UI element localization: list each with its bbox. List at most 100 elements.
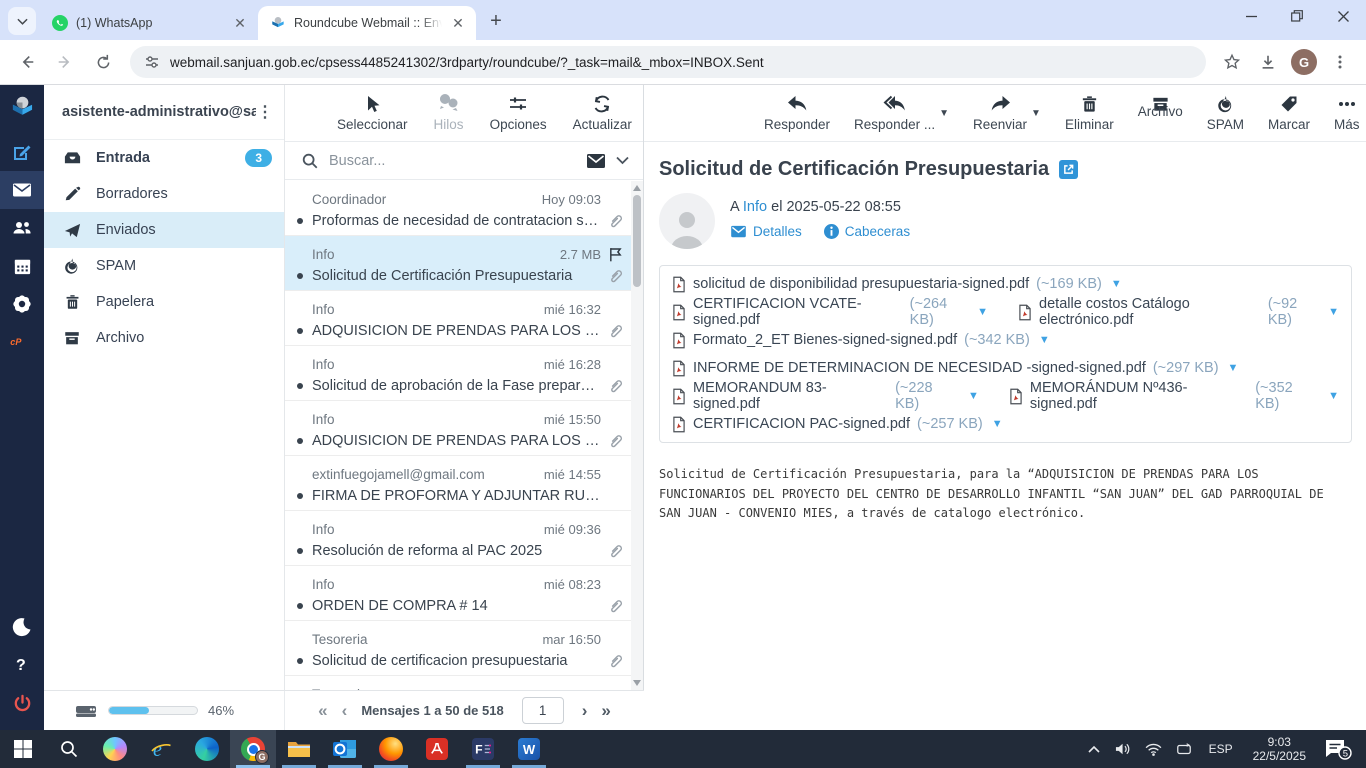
attachment-item[interactable]: MEMORÁNDUM Nº436-signed.pdf (~352 KB) ▼ — [1009, 380, 1339, 412]
attachment-item[interactable]: INFORME DE DETERMINACION DE NECESIDAD -s… — [672, 360, 1238, 377]
bookmark-star-icon[interactable] — [1216, 46, 1248, 78]
tab-search-button[interactable] — [8, 7, 36, 35]
recipient-link[interactable]: Info — [743, 199, 767, 215]
downloads-icon[interactable] — [1252, 46, 1284, 78]
address-bar[interactable]: webmail.sanjuan.gob.ec/cpsess4485241302/… — [130, 46, 1206, 78]
first-page-button[interactable]: « — [318, 702, 327, 719]
profile-avatar[interactable]: G — [1288, 46, 1320, 78]
search-options-chevron-icon[interactable] — [616, 156, 629, 165]
previous-page-button[interactable]: ‹ — [342, 702, 348, 719]
help-icon[interactable]: ? — [0, 646, 44, 684]
attachment-name[interactable]: CERTIFICACION VCATE-signed.pdf — [693, 296, 903, 328]
tab-close-icon[interactable]: ✕ — [232, 15, 248, 31]
flag-icon[interactable] — [601, 246, 629, 263]
attachment-item[interactable]: detalle costos Catálogo electrónico.pdf … — [1018, 296, 1339, 328]
search-bar[interactable] — [285, 142, 643, 180]
reply-all-button[interactable]: Responder ... — [854, 94, 935, 132]
folder-drafts[interactable]: Borradores — [44, 176, 284, 212]
start-button[interactable] — [0, 730, 46, 768]
chrome-icon[interactable]: G — [230, 730, 276, 768]
scroll-up-icon[interactable] — [633, 185, 641, 191]
attachment-menu-caret-icon[interactable]: ▼ — [1226, 362, 1239, 374]
site-info-icon[interactable] — [144, 54, 160, 70]
new-tab-button[interactable]: + — [482, 7, 510, 35]
message-row[interactable]: Infomié 16:32 ADQUISICION DE PRENDAS PAR… — [285, 291, 631, 346]
taskbar-clock[interactable]: 9:03 22/5/2025 — [1245, 735, 1314, 763]
app-f-icon[interactable]: F — [460, 730, 506, 768]
window-restore-button[interactable] — [1274, 0, 1320, 32]
scrollbar-thumb[interactable] — [633, 195, 641, 287]
refresh-button[interactable]: Actualizar — [573, 94, 632, 132]
folder-trash[interactable]: Papelera — [44, 284, 284, 320]
settings-nav-button[interactable] — [0, 285, 44, 323]
attachment-name[interactable]: solicitud de disponibilidad presupuestar… — [693, 276, 1029, 292]
cpanel-icon[interactable]: cP — [0, 323, 44, 361]
volume-icon[interactable] — [1111, 742, 1137, 756]
attachment-menu-caret-icon[interactable]: ▼ — [1037, 334, 1050, 346]
attachment-menu-caret-icon[interactable]: ▼ — [1326, 390, 1339, 402]
message-row[interactable]: Infomié 15:50 ADQUISICION DE PRENDAS PAR… — [285, 401, 631, 456]
attachment-item[interactable]: Formato_2_ET Bienes-signed-signed.pdf (~… — [672, 332, 1050, 349]
last-page-button[interactable]: » — [601, 702, 610, 719]
mail-nav-button[interactable] — [0, 171, 44, 209]
tab-close-icon[interactable]: ✕ — [450, 15, 466, 31]
tab-roundcube[interactable]: Roundcube Webmail :: Enviados ✕ — [258, 6, 476, 40]
headers-link[interactable]: Cabeceras — [824, 224, 910, 239]
contacts-nav-button[interactable] — [0, 209, 44, 247]
attachment-item[interactable]: solicitud de disponibilidad presupuestar… — [672, 276, 1122, 293]
message-row[interactable]: extinfuegojamell@gmail.commié 14:55 FIRM… — [285, 456, 631, 511]
logout-power-icon[interactable] — [0, 684, 44, 722]
taskbar-search-icon[interactable] — [46, 730, 92, 768]
attachment-name[interactable]: MEMORANDUM 83-signed.pdf — [693, 380, 888, 412]
account-row[interactable]: asistente-administrativo@sa... ⋮ — [44, 85, 284, 140]
search-input[interactable] — [329, 153, 576, 169]
attachment-item[interactable]: CERTIFICACION PAC-signed.pdf (~257 KB) ▼ — [672, 416, 1003, 433]
delete-button[interactable]: Eliminar — [1065, 94, 1114, 132]
message-row[interactable]: Tesoreriamar 16:50 Solicitud de certific… — [285, 621, 631, 676]
options-button[interactable]: Opciones — [490, 94, 547, 132]
more-button[interactable]: Más — [1334, 94, 1360, 132]
window-minimize-button[interactable] — [1228, 0, 1274, 32]
tray-chevron-icon[interactable] — [1081, 745, 1107, 753]
list-scrollbar[interactable] — [631, 181, 643, 690]
details-link[interactable]: Detalles — [730, 224, 802, 239]
attachment-menu-caret-icon[interactable]: ▼ — [1109, 278, 1122, 290]
reload-button[interactable] — [86, 45, 120, 79]
url-text[interactable]: webmail.sanjuan.gob.ec/cpsess4485241302/… — [170, 55, 764, 70]
copilot-icon[interactable] — [92, 730, 138, 768]
screen-cast-icon[interactable] — [1171, 742, 1197, 756]
wifi-icon[interactable] — [1141, 743, 1167, 756]
window-close-button[interactable] — [1320, 0, 1366, 32]
attachment-name[interactable]: detalle costos Catálogo electrónico.pdf — [1039, 296, 1261, 328]
message-row[interactable]: Infomié 08:23 ORDEN DE COMPRA # 14 — [285, 566, 631, 621]
forward-button[interactable] — [48, 45, 82, 79]
attachment-item[interactable]: CERTIFICACION VCATE-signed.pdf (~264 KB)… — [672, 296, 988, 328]
attachment-menu-caret-icon[interactable]: ▼ — [990, 418, 1003, 430]
firefox-icon[interactable] — [368, 730, 414, 768]
attachment-item[interactable]: MEMORANDUM 83-signed.pdf (~228 KB) ▼ — [672, 380, 979, 412]
browser-menu-icon[interactable] — [1324, 46, 1356, 78]
archive-button[interactable]: Archivo — [1138, 94, 1183, 119]
message-row-selected[interactable]: Info2.7 MB Solicitud de Certificación Pr… — [285, 236, 631, 291]
message-row[interactable]: CoordinadorHoy 09:03 Proformas de necesi… — [285, 181, 631, 236]
attachment-menu-caret-icon[interactable]: ▼ — [966, 390, 979, 402]
edge-icon[interactable] — [184, 730, 230, 768]
message-row[interactable]: Infomié 16:28 Solicitud de aprobación de… — [285, 346, 631, 401]
select-button[interactable]: Seleccionar — [337, 94, 408, 132]
page-number-input[interactable] — [522, 697, 564, 724]
next-page-button[interactable]: › — [582, 702, 588, 719]
language-indicator[interactable]: ESP — [1201, 742, 1241, 756]
folder-sent[interactable]: Enviados — [44, 212, 284, 248]
outlook-icon[interactable] — [322, 730, 368, 768]
file-explorer-icon[interactable] — [276, 730, 322, 768]
reply-all-menu-caret-icon[interactable]: ▼ — [939, 108, 949, 132]
folder-inbox[interactable]: Entrada 3 — [44, 140, 284, 176]
open-in-new-window-icon[interactable] — [1059, 160, 1078, 179]
attachment-menu-caret-icon[interactable]: ▼ — [975, 306, 988, 318]
tab-whatsapp[interactable]: (1) WhatsApp ✕ — [40, 6, 258, 40]
threads-button[interactable]: Hilos — [434, 94, 464, 132]
account-menu-icon[interactable]: ⋮ — [256, 102, 274, 122]
forward-button[interactable]: Reenviar — [973, 94, 1027, 132]
forward-menu-caret-icon[interactable]: ▼ — [1031, 108, 1041, 132]
acrobat-icon[interactable] — [414, 730, 460, 768]
